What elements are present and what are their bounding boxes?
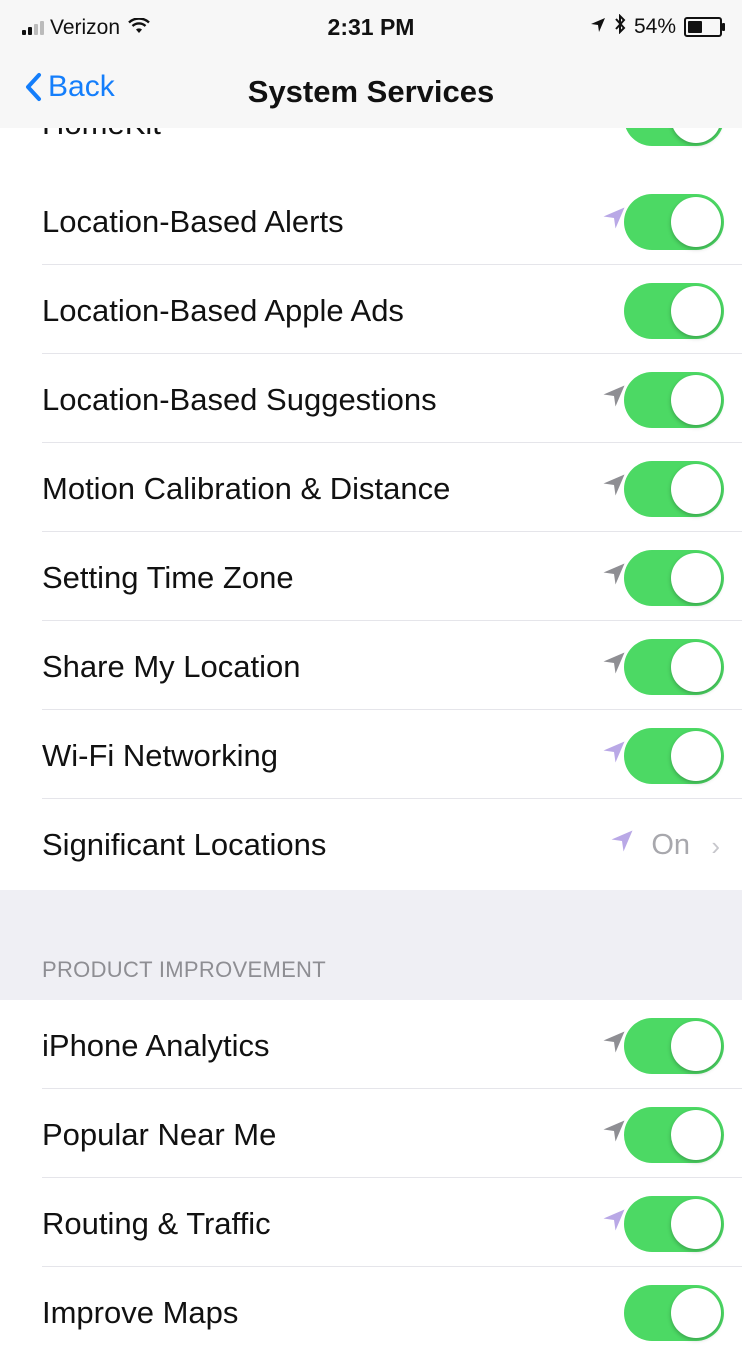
location-based-apple-ads-toggle[interactable] [624, 283, 724, 339]
bluetooth-icon [614, 13, 626, 40]
location-arrow-icon [603, 1120, 625, 1142]
toggle-knob [671, 197, 721, 247]
share-my-location-toggle[interactable] [624, 639, 724, 695]
row-label: Significant Locations [42, 827, 327, 862]
settings-row-motion-calibration-and-distance[interactable]: Motion Calibration & Distance [0, 443, 742, 532]
toggle-knob [671, 286, 721, 336]
battery-percent: 54% [633, 15, 676, 38]
toggle-knob [671, 642, 721, 692]
homekit-toggle[interactable] [624, 128, 724, 146]
location-arrow-icon [603, 385, 625, 407]
settings-row-homekit[interactable]: HomeKit [0, 128, 742, 168]
settings-row-setting-time-zone[interactable]: Setting Time Zone [0, 532, 742, 621]
settings-row-location-based-suggestions[interactable]: Location-Based Suggestions [0, 354, 742, 443]
row-label: Routing & Traffic [42, 1206, 271, 1241]
settings-row-share-my-location[interactable]: Share My Location [0, 621, 742, 710]
routing-and-traffic-toggle[interactable] [624, 1196, 724, 1252]
row-label: iPhone Analytics [42, 1028, 270, 1063]
row-label: Popular Near Me [42, 1117, 277, 1152]
toggle-knob [671, 464, 721, 514]
location-arrow-icon [603, 741, 625, 763]
location-arrow-icon [603, 207, 625, 229]
location-based-suggestions-toggle[interactable] [624, 372, 724, 428]
location-arrow-icon [603, 1031, 625, 1053]
toggle-knob [671, 731, 721, 781]
location-arrow-icon [603, 1209, 625, 1231]
settings-row-significant-locations[interactable]: Significant Locations On › [0, 799, 742, 888]
settings-row-location-based-apple-ads[interactable]: Location-Based Apple Ads [0, 265, 742, 354]
location-arrow-icon [603, 652, 625, 674]
toggle-knob [671, 1199, 721, 1249]
settings-row-location-based-alerts[interactable]: Location-Based Alerts [0, 176, 742, 265]
status-right: 54% [590, 13, 725, 40]
toggle-knob [671, 553, 721, 603]
location-arrow-icon [603, 563, 625, 585]
section-group-gap: PRODUCT IMPROVEMENT [0, 890, 742, 1000]
settings-row-popular-near-me[interactable]: Popular Near Me [0, 1089, 742, 1178]
location-based-alerts-toggle[interactable] [624, 194, 724, 250]
row-value: On [651, 829, 690, 861]
location-arrow-icon [611, 830, 633, 852]
chevron-right-icon: › [711, 831, 720, 861]
row-label: Motion Calibration & Distance [42, 471, 451, 506]
navigation-bar: Back System Services [0, 56, 742, 128]
setting-time-zone-toggle[interactable] [624, 550, 724, 606]
status-bar: Verizon 2:31 PM 54% [0, 0, 742, 56]
row-label: Location-Based Suggestions [42, 382, 437, 417]
settings-row-routing-and-traffic[interactable]: Routing & Traffic [0, 1178, 742, 1267]
toggle-knob [671, 1021, 721, 1071]
row-label: Location-Based Alerts [42, 204, 344, 239]
settings-row-iphone-analytics[interactable]: iPhone Analytics [0, 1000, 742, 1089]
popular-near-me-toggle[interactable] [624, 1107, 724, 1163]
motion-calibration-and-distance-toggle[interactable] [624, 461, 724, 517]
iphone-analytics-toggle[interactable] [624, 1018, 724, 1074]
wi-fi-networking-toggle[interactable] [624, 728, 724, 784]
section-header-product-improvement: PRODUCT IMPROVEMENT [42, 957, 326, 982]
toggle-knob [671, 375, 721, 425]
row-label: Setting Time Zone [42, 560, 294, 595]
row-label: Improve Maps [42, 1295, 239, 1330]
improve-maps-toggle[interactable] [624, 1285, 724, 1341]
row-label: Share My Location [42, 649, 301, 684]
page-title: System Services [247, 74, 495, 109]
location-arrow-icon [603, 474, 625, 496]
row-label: HomeKit [42, 128, 161, 142]
toggle-knob [671, 1110, 721, 1160]
settings-row-improve-maps[interactable]: Improve Maps [0, 1267, 742, 1356]
row-label: Location-Based Apple Ads [42, 293, 404, 328]
location-arrow-icon [590, 15, 606, 39]
row-label: Wi-Fi Networking [42, 738, 278, 773]
settings-row-wi-fi-networking[interactable]: Wi-Fi Networking [0, 710, 742, 799]
toggle-knob [671, 1288, 721, 1338]
battery-icon [684, 17, 725, 37]
